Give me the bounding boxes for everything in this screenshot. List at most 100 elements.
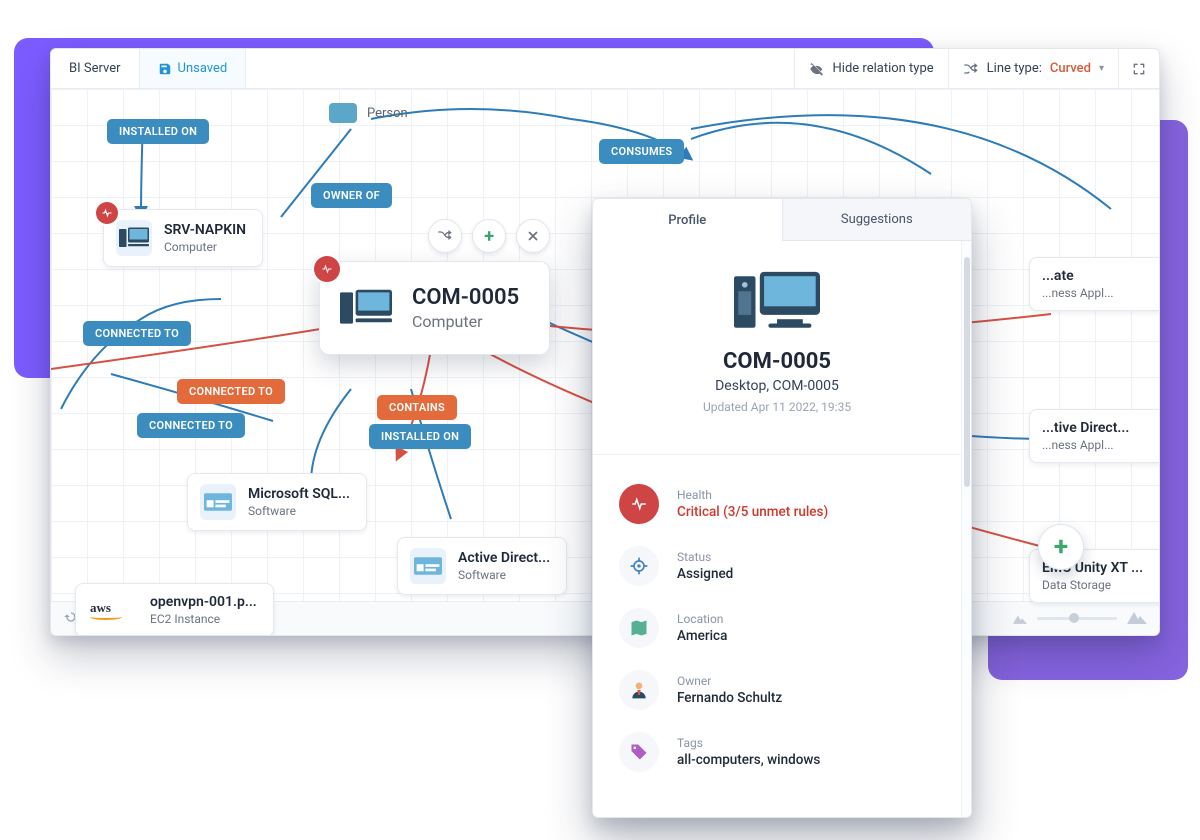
computer-icon [338, 280, 394, 336]
node-edge-ad[interactable]: ...tive Direct... ...ness Appl... [1029, 409, 1160, 463]
mountain-large-icon [1127, 609, 1147, 628]
close-icon [526, 229, 540, 243]
prop-status-value: Assigned [677, 566, 733, 582]
node-srv-napkin-title: SRV-NAPKIN [164, 222, 246, 238]
plus-icon: + [484, 226, 494, 247]
health-critical-icon [314, 256, 340, 282]
node-ad-sub: Software [458, 568, 550, 582]
zoom-control[interactable] [1013, 609, 1147, 628]
prop-health-value: Critical (3/5 unmet rules) [677, 504, 828, 520]
node-edge-gate-title: ...ate [1042, 268, 1114, 284]
node-edge-gate[interactable]: ...ate ...ness Appl... [1029, 257, 1160, 311]
panel-tab-suggestions[interactable]: Suggestions [782, 199, 972, 241]
health-icon [619, 484, 659, 524]
node-mssql-title: Microsoft SQL... [248, 486, 350, 502]
focal-node-com-0005[interactable]: COM-0005 Computer [319, 261, 550, 355]
prop-owner: Owner Fernando Schultz [619, 659, 935, 721]
edge-label-contains: CONTAINS [377, 395, 457, 420]
node-ad-title: Active Direct... [458, 550, 550, 566]
node-edge-ad-sub: ...ness Appl... [1042, 438, 1129, 452]
panel-updated: Updated Apr 11 2022, 19:35 [619, 400, 935, 414]
software-icon [200, 484, 236, 520]
node-openvpn-sub: EC2 Instance [150, 612, 257, 626]
panel-tab-profile-label: Profile [668, 213, 706, 228]
focal-shuffle-button[interactable] [428, 219, 462, 253]
node-srv-napkin[interactable]: SRV-NAPKIN Computer [103, 209, 263, 267]
prop-location-label: Location [677, 612, 727, 626]
health-critical-icon [96, 202, 118, 224]
panel-title: COM-0005 [619, 349, 935, 374]
edge-label-connected-to-2: CONNECTED TO [177, 379, 285, 404]
prop-location-value: America [677, 628, 727, 644]
focal-title: COM-0005 [412, 285, 519, 310]
node-openvpn-title: openvpn-001.p... [150, 594, 257, 610]
eye-off-icon [809, 61, 825, 77]
node-openvpn[interactable]: aws openvpn-001.p... EC2 Instance [75, 583, 274, 636]
edge-label-installed-on-2: INSTALLED ON [369, 424, 471, 449]
panel-tab-suggestions-label: Suggestions [841, 212, 913, 227]
plus-icon: + [1054, 532, 1068, 562]
prop-owner-label: Owner [677, 674, 782, 688]
node-mssql[interactable]: Microsoft SQL... Software [187, 473, 367, 531]
node-person-label: Person [367, 106, 408, 121]
edge-label-consumes: CONSUMES [599, 139, 684, 164]
software-icon [410, 548, 446, 584]
tab-unsaved[interactable]: Unsaved [140, 49, 247, 88]
fullscreen-icon [1131, 61, 1147, 77]
prop-tags: Tags all-computers, windows [619, 721, 935, 783]
prop-tags-label: Tags [677, 736, 820, 750]
chevron-down-icon: ▾ [1099, 63, 1104, 74]
line-type-value: Curved [1050, 61, 1091, 76]
computer-icon [619, 271, 935, 333]
prop-status-label: Status [677, 550, 733, 564]
node-edge-ad-title: ...tive Direct... [1042, 420, 1129, 436]
toolbar: BI Server Unsaved Hide relation type [51, 49, 1159, 89]
focal-subtitle: Computer [412, 312, 519, 331]
panel-scrollbar[interactable] [961, 241, 971, 817]
profile-panel: Profile Suggestions COM-0005 Desktop, CO… [592, 198, 972, 818]
panel-header: COM-0005 Desktop, COM-0005 Updated Apr 1… [619, 271, 935, 414]
prop-status: Status Assigned [619, 535, 935, 597]
prop-health-label: Health [677, 488, 828, 502]
node-person[interactable]: Person [327, 101, 420, 125]
shuffle-icon [437, 228, 453, 244]
tab-bi-server-label: BI Server [69, 61, 121, 76]
tab-unsaved-label: Unsaved [178, 61, 228, 76]
node-ad[interactable]: Active Direct... Software [397, 537, 567, 595]
panel-tab-profile[interactable]: Profile [593, 199, 782, 241]
prop-owner-value: Fernando Schultz [677, 690, 782, 706]
person-icon [329, 103, 357, 123]
prop-location: Location America [619, 597, 935, 659]
edge-label-installed-on: INSTALLED ON [107, 119, 209, 144]
tags-icon [619, 732, 659, 772]
save-icon [158, 62, 172, 76]
zoom-slider[interactable] [1037, 617, 1117, 620]
focal-add-button[interactable]: + [472, 219, 506, 253]
line-type-prefix: Line type: [987, 61, 1042, 76]
prop-health: Health Critical (3/5 unmet rules) [619, 473, 935, 535]
map-icon [619, 608, 659, 648]
node-srv-napkin-sub: Computer [164, 240, 246, 254]
hide-relation-type-button[interactable]: Hide relation type [794, 49, 948, 88]
fullscreen-button[interactable] [1118, 49, 1159, 88]
floating-add-button[interactable]: + [1038, 524, 1084, 570]
node-edge-emc-sub: Data Storage [1042, 578, 1143, 592]
hide-relation-type-label: Hide relation type [833, 61, 934, 76]
focal-wrap: + COM-0005 Computer [319, 219, 550, 355]
node-mssql-sub: Software [248, 504, 350, 518]
panel-tabs: Profile Suggestions [593, 199, 971, 241]
edge-label-owner-of: OWNER OF [311, 183, 392, 208]
computer-icon [116, 220, 152, 256]
edge-label-connected-to-3: CONNECTED TO [137, 413, 245, 438]
mountain-small-icon [1013, 609, 1027, 628]
prop-tags-value: all-computers, windows [677, 752, 820, 768]
aws-icon: aws [84, 600, 138, 620]
panel-subtitle: Desktop, COM-0005 [619, 378, 935, 394]
shuffle-icon [963, 61, 979, 77]
tab-bi-server[interactable]: BI Server [51, 49, 140, 88]
line-type-dropdown[interactable]: Line type: Curved ▾ [948, 49, 1118, 88]
node-edge-gate-sub: ...ness Appl... [1042, 286, 1114, 300]
target-icon [619, 546, 659, 586]
scrollbar-thumb[interactable] [964, 257, 970, 487]
focal-close-button[interactable] [516, 219, 550, 253]
